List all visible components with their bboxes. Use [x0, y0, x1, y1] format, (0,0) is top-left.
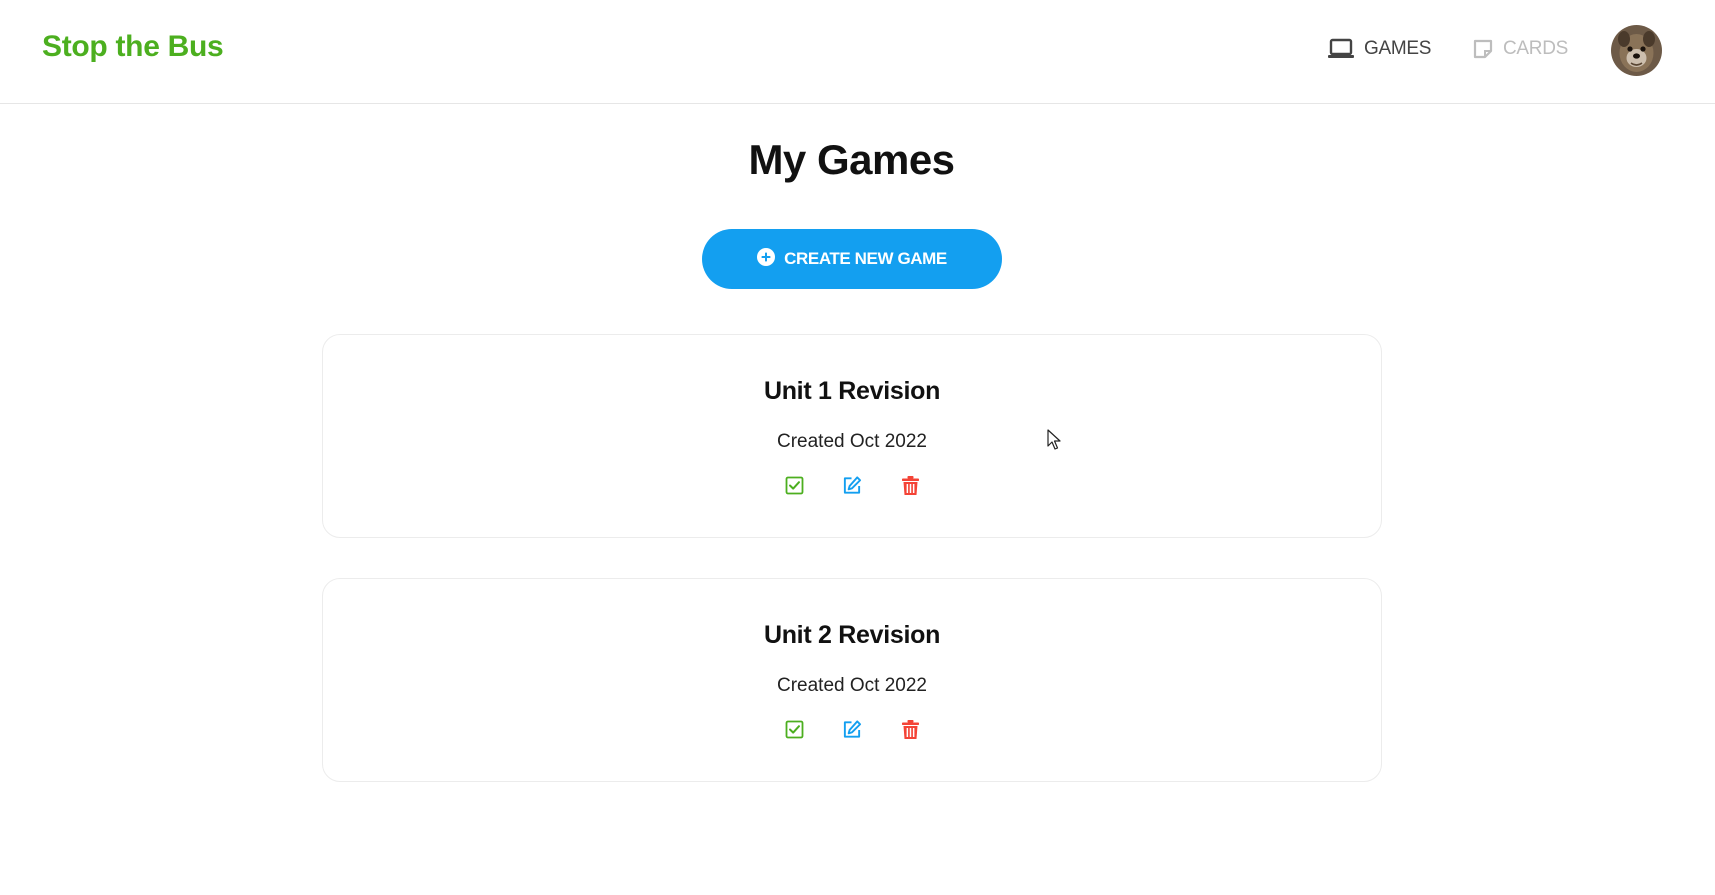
- nav-games[interactable]: GAMES: [1327, 38, 1431, 60]
- trash-icon[interactable]: [900, 475, 920, 495]
- create-new-game-button[interactable]: CREATE NEW GAME: [702, 229, 1002, 289]
- edit-icon[interactable]: [842, 475, 862, 495]
- mouse-cursor-icon: [1047, 429, 1063, 456]
- game-card: Unit 2 Revision Created Oct 2022: [322, 578, 1382, 782]
- nav-games-label: GAMES: [1364, 38, 1432, 59]
- card-icon: [1472, 38, 1494, 60]
- create-new-game-label: CREATE NEW GAME: [784, 249, 947, 268]
- top-navbar: Stop the Bus GAMES CARDS: [0, 0, 1715, 104]
- game-actions: [323, 475, 1381, 495]
- game-actions: [323, 719, 1381, 739]
- game-title: Unit 2 Revision: [763, 621, 941, 649]
- check-square-icon[interactable]: [784, 475, 804, 495]
- user-avatar[interactable]: [1611, 25, 1662, 76]
- game-card: Unit 1 Revision Created Oct 2022: [322, 334, 1382, 538]
- game-created-date: Created Oct 2022: [777, 675, 927, 696]
- nav-cards[interactable]: CARDS: [1472, 38, 1568, 60]
- nav-cards-label: CARDS: [1503, 38, 1569, 59]
- game-created-date: Created Oct 2022: [777, 431, 927, 452]
- laptop-icon: [1327, 38, 1355, 60]
- plus-circle-icon: [757, 247, 776, 271]
- trash-icon[interactable]: [900, 719, 920, 739]
- edit-icon[interactable]: [842, 719, 862, 739]
- check-square-icon[interactable]: [784, 719, 804, 739]
- page-title: My Games: [748, 136, 955, 183]
- brand-logo[interactable]: Stop the Bus: [42, 30, 224, 64]
- game-title: Unit 1 Revision: [763, 377, 941, 405]
